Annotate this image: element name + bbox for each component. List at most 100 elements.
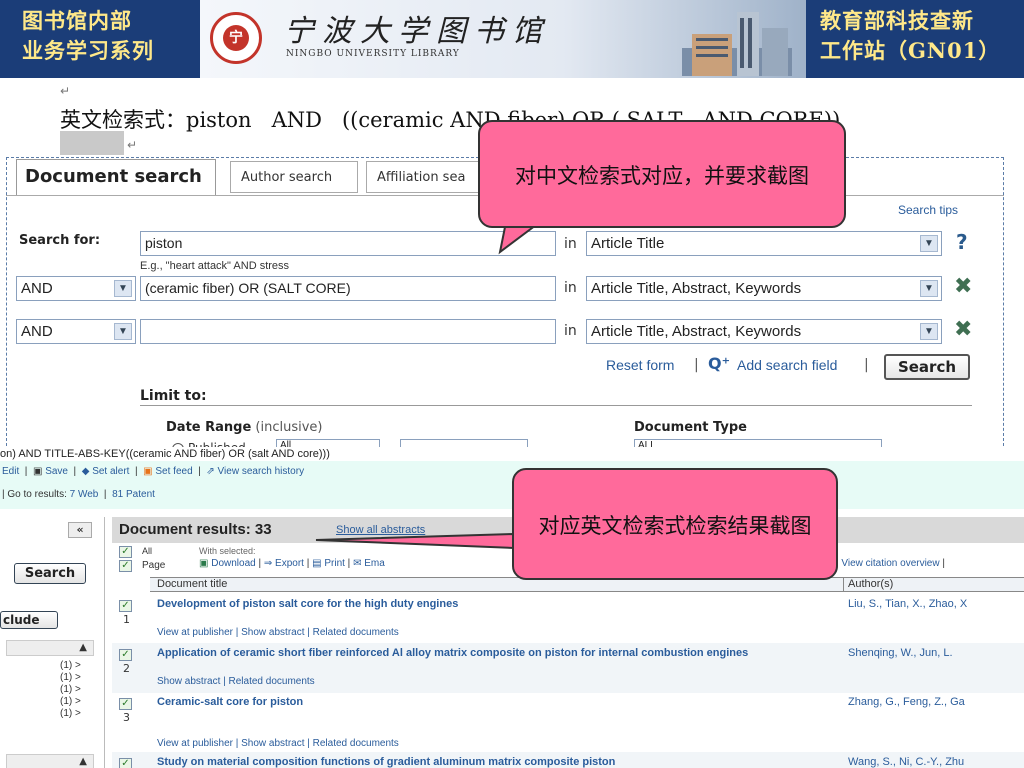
result-links[interactable]: View at publisher | Show abstract | Rela… bbox=[157, 738, 399, 749]
search-button[interactable]: Search bbox=[884, 354, 970, 380]
search-term-3-input[interactable] bbox=[140, 319, 556, 344]
search-term-2-input[interactable]: (ceramic fiber) OR (SALT CORE) bbox=[140, 276, 556, 301]
gray-block bbox=[60, 131, 124, 155]
results-actions: Edit | ▣ Save | ◆ Set alert | ▣ Set feed… bbox=[2, 466, 305, 477]
history-icon: ⇗ bbox=[206, 466, 215, 477]
result-title[interactable]: Application of ceramic short fiber reinf… bbox=[157, 647, 817, 660]
export-link[interactable]: Export bbox=[275, 558, 304, 569]
building-icon bbox=[682, 12, 792, 76]
result-title[interactable]: Ceramic-salt core for piston bbox=[157, 696, 837, 709]
chevron-down-icon: ▼ bbox=[920, 323, 938, 340]
result-links[interactable]: Show abstract | Related documents bbox=[157, 676, 315, 687]
select-all-checkbox[interactable]: ✓ bbox=[119, 546, 132, 558]
reset-form-link[interactable]: Reset form bbox=[606, 357, 674, 373]
col-document-title[interactable]: Document title bbox=[157, 578, 227, 590]
row-number: 1 bbox=[123, 613, 130, 626]
result-links[interactable]: View at publisher | Show abstract | Rela… bbox=[157, 627, 399, 638]
select-page-checkbox[interactable]: ✓ bbox=[119, 560, 132, 572]
collapse-icon[interactable]: « bbox=[68, 522, 92, 538]
row-number: 2 bbox=[123, 662, 130, 675]
chevron-down-icon: ▼ bbox=[920, 280, 938, 297]
selected-actions: ▣ Download | ⇒ Export | ▤ Print | ✉ Ema bbox=[199, 558, 385, 569]
banner-left-line2: 业务学习系列 bbox=[22, 38, 154, 63]
operator-select-2[interactable]: AND ▼ bbox=[16, 276, 136, 301]
show-all-abstracts-link[interactable]: Show all abstracts bbox=[336, 524, 425, 536]
chevron-down-icon: ▼ bbox=[920, 235, 938, 252]
alert-icon: ◆ bbox=[81, 466, 90, 477]
email-link[interactable]: Ema bbox=[364, 558, 385, 569]
results-count: Document results: 33 bbox=[119, 521, 272, 538]
go-to-results: | Go to results: 7 Web | 81 Patent bbox=[2, 489, 155, 500]
remove-row-icon[interactable]: ✖ bbox=[954, 274, 972, 299]
tab-document-search[interactable]: Document search bbox=[16, 159, 216, 195]
web-link[interactable]: Web bbox=[78, 489, 98, 500]
download-link[interactable]: Download bbox=[211, 558, 255, 569]
page-label: Page bbox=[142, 560, 166, 571]
query-echo: on) AND TITLE-ABS-KEY((ceramic AND fiber… bbox=[0, 448, 330, 460]
library-header: 宁 宁波大学图书馆 NINGBO UNIVERSITY LIBRARY bbox=[200, 0, 806, 78]
row-number: 3 bbox=[123, 711, 130, 724]
result-title[interactable]: Development of piston salt core for the … bbox=[157, 598, 837, 611]
row-checkbox[interactable]: ✓ bbox=[119, 649, 132, 661]
chevron-down-icon: ▼ bbox=[114, 280, 132, 297]
patent-link[interactable]: Patent bbox=[126, 489, 155, 500]
in-label-1: in bbox=[564, 236, 577, 252]
in-label-2: in bbox=[564, 280, 577, 296]
remove-row-icon[interactable]: ✖ bbox=[954, 317, 972, 342]
row-checkbox[interactable]: ✓ bbox=[119, 698, 132, 710]
library-name-cn: 宁波大学图书馆 bbox=[284, 14, 550, 49]
print-link[interactable]: Print bbox=[324, 558, 345, 569]
university-logo-icon: 宁 bbox=[210, 12, 262, 64]
print-icon: ▤ bbox=[312, 558, 322, 569]
view-citation-overview: | View citation overview | bbox=[836, 558, 945, 569]
tab-author-search[interactable]: Author search bbox=[230, 161, 358, 193]
facet-counts: (1) > (1) > (1) > (1) > (1) > bbox=[60, 660, 81, 719]
chevron-down-icon: ▼ bbox=[114, 323, 132, 340]
view-citation-overview-link[interactable]: View citation overview bbox=[841, 558, 939, 569]
search-term-1-input[interactable]: piston bbox=[140, 231, 556, 256]
facet-collapse-icon[interactable]: ▲ bbox=[6, 640, 94, 656]
add-search-field-link[interactable]: Add search field bbox=[737, 357, 837, 373]
edit-link[interactable]: Edit bbox=[2, 466, 19, 477]
save-link[interactable]: Save bbox=[45, 466, 68, 477]
help-icon[interactable]: ? bbox=[956, 230, 968, 254]
field-select-3[interactable]: Article Title, Abstract, Keywords ▼ bbox=[586, 319, 942, 344]
rss-icon: ▣ bbox=[143, 466, 153, 477]
row-checkbox[interactable]: ✓ bbox=[119, 758, 132, 768]
document-type-label: Document Type bbox=[634, 420, 747, 435]
query-label: 英文检索式： bbox=[60, 108, 186, 132]
exclude-button[interactable]: clude bbox=[0, 611, 58, 629]
limit-to-label: Limit to: bbox=[140, 388, 207, 404]
operator-select-3[interactable]: AND ▼ bbox=[16, 319, 136, 344]
add-field-icon[interactable]: Q⁺ bbox=[708, 354, 730, 373]
divider bbox=[140, 405, 972, 406]
search-tips-link[interactable]: Search tips bbox=[898, 203, 958, 217]
all-label: All bbox=[142, 546, 153, 556]
refine-search-button[interactable]: Search bbox=[14, 563, 86, 584]
callout-bottom: 对应英文检索式检索结果截图 bbox=[512, 468, 838, 580]
facet-collapse-icon[interactable]: ▲ bbox=[6, 754, 94, 768]
save-icon: ▣ bbox=[32, 466, 43, 477]
search-hint: E.g., "heart attack" AND stress bbox=[140, 260, 290, 272]
field-select-1[interactable]: Article Title ▼ bbox=[586, 231, 942, 256]
tab-affiliation-search[interactable]: Affiliation sea bbox=[366, 161, 496, 193]
banner-right-title: 教育部科技查新 工作站（GN01） bbox=[806, 0, 1024, 78]
return-mark-2: ↵ bbox=[127, 138, 138, 152]
field-select-2[interactable]: Article Title, Abstract, Keywords ▼ bbox=[586, 276, 942, 301]
email-icon: ✉ bbox=[353, 558, 362, 569]
return-mark: ↵ bbox=[60, 84, 71, 98]
row-checkbox[interactable]: ✓ bbox=[119, 600, 132, 612]
result-authors: Wang, S., Ni, C.-Y., Zhu bbox=[848, 756, 965, 768]
banner-left-title: 图书馆内部 业务学习系列 bbox=[0, 0, 200, 78]
col-authors[interactable]: Author(s) bbox=[848, 578, 893, 590]
callout-top: 对中文检索式对应，并要求截图 bbox=[478, 120, 846, 228]
in-label-3: in bbox=[564, 323, 577, 339]
set-alert-link[interactable]: Set alert bbox=[92, 466, 129, 477]
banner-right-line1: 教育部科技查新 bbox=[820, 8, 974, 33]
download-icon: ▣ bbox=[199, 558, 209, 569]
search-for-label: Search for: bbox=[19, 233, 101, 248]
with-selected-label: With selected: bbox=[199, 546, 256, 556]
set-feed-link[interactable]: Set feed bbox=[155, 466, 192, 477]
view-search-history-link[interactable]: View search history bbox=[218, 466, 305, 477]
result-title[interactable]: Study on material composition functions … bbox=[157, 756, 837, 768]
